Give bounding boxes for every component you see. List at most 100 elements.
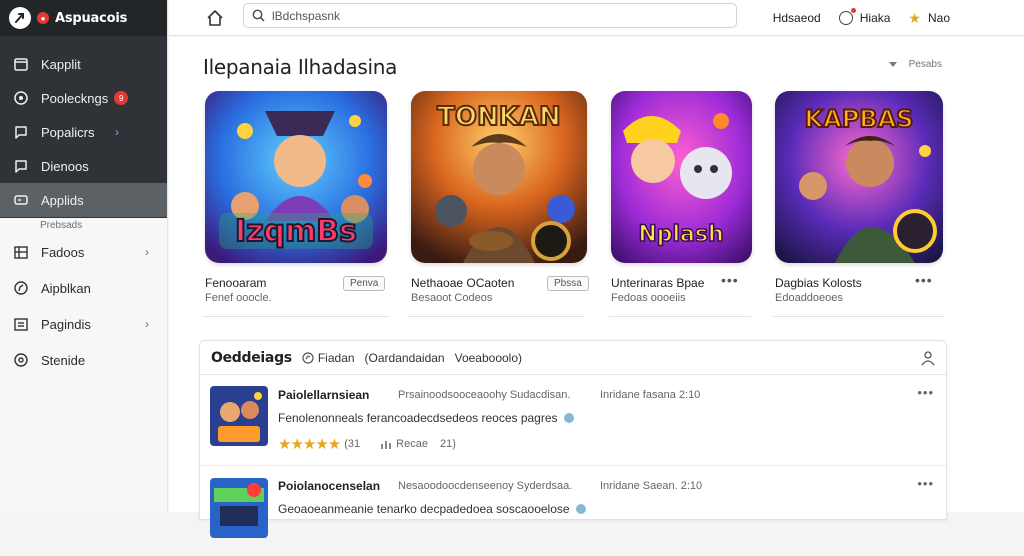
card-subtitle: Fedoas oooeiis bbox=[611, 292, 686, 304]
top-actions: Hdsaeod Hiaka ★ Nao bbox=[773, 0, 950, 36]
top-link[interactable]: Hdsaeod bbox=[773, 11, 821, 25]
sidebar-item-label: Pooleckngs bbox=[41, 91, 108, 106]
primary-nav: Kapplit Pooleckngs 9 Popalicrs › Dienoos bbox=[0, 36, 167, 218]
sidebar-item-applids[interactable]: Applids bbox=[0, 183, 167, 217]
game-card[interactable]: Nplash Unterinaras Bpae Fedoas oooeiis •… bbox=[611, 91, 752, 263]
sidebar-item-pooleckngs[interactable]: Pooleckngs 9 bbox=[0, 81, 167, 115]
notifications-label: Hiaka bbox=[860, 11, 891, 25]
grid-icon bbox=[13, 244, 29, 260]
list-panel: Oeddeiags Fiadan (Oardandaidan Voeaboool… bbox=[199, 340, 947, 520]
sidebar-item-label: Aipblkan bbox=[41, 281, 91, 296]
card-divider bbox=[203, 316, 389, 317]
sidebar-item-aipblkan[interactable]: Aipblkan bbox=[0, 270, 167, 306]
gamepad-icon bbox=[13, 192, 29, 208]
game-artwork[interactable]: KAPBAS bbox=[775, 91, 943, 263]
top-link-label: Hdsaeod bbox=[773, 11, 821, 25]
card-subtitle: Edoaddoeoes bbox=[775, 292, 843, 304]
sidebar-caption: Prebsads bbox=[0, 218, 167, 234]
compass-icon bbox=[13, 280, 29, 296]
game-card[interactable]: IzqmBs Fenooaram Fenef ooocle. Penva bbox=[205, 91, 387, 263]
artwork-title: Nplash bbox=[638, 222, 723, 247]
sidebar-item-fadoos[interactable]: Fadoos › bbox=[0, 234, 167, 270]
list-item-rating: ★★★★★ (31 Recae 21) bbox=[278, 435, 456, 453]
star-rating-icon: ★★★★★ bbox=[278, 435, 340, 453]
secondary-nav: Fadoos › Aipblkan Pagindis › Stenide bbox=[0, 234, 167, 378]
artwork-title: IzqmBs bbox=[235, 214, 357, 249]
game-artwork[interactable]: Nplash bbox=[611, 91, 752, 263]
game-thumbnail-image bbox=[210, 478, 268, 538]
sidebar-item-label: Fadoos bbox=[41, 245, 84, 260]
game-artwork[interactable]: IzqmBs bbox=[205, 91, 387, 263]
list-item-tag-count: 21) bbox=[440, 438, 456, 450]
list-item-date: Inridane fasana 2:10 bbox=[600, 389, 700, 401]
card-divider bbox=[407, 316, 585, 317]
more-options-icon[interactable]: ••• bbox=[915, 272, 933, 288]
sidebar-item-label: Applids bbox=[41, 193, 84, 208]
list-item-thumbnail[interactable] bbox=[210, 478, 268, 538]
notification-badge: 9 bbox=[114, 91, 128, 105]
chevron-right-icon: › bbox=[145, 245, 149, 259]
top-bar: Hdsaeod Hiaka ★ Nao bbox=[169, 0, 1024, 36]
rating-count: (31 bbox=[344, 438, 360, 450]
search-box[interactable] bbox=[243, 3, 737, 28]
section-filter-label: Pesabs bbox=[909, 59, 942, 70]
card-divider bbox=[609, 316, 751, 317]
chat-bubble-icon bbox=[13, 158, 29, 174]
card-action-button[interactable]: Pbssa bbox=[547, 276, 589, 291]
favorites-button[interactable]: ★ Nao bbox=[908, 10, 950, 27]
list-panel-title: Oeddeiags bbox=[211, 350, 292, 366]
more-options-icon[interactable]: ••• bbox=[917, 385, 934, 400]
list-filter[interactable]: Fiadan bbox=[302, 351, 355, 365]
list-filter-extra: (Oardandaidan bbox=[365, 351, 445, 365]
list-item[interactable]: Poiolanocenselan Nesaoodoocdenseenoy Syd… bbox=[200, 466, 946, 556]
more-options-icon[interactable]: ••• bbox=[721, 272, 739, 288]
sidebar-item-stenide[interactable]: Stenide bbox=[0, 342, 167, 378]
card-action-button[interactable]: Penva bbox=[343, 276, 385, 291]
more-options-icon[interactable]: ••• bbox=[917, 476, 934, 491]
card-title: Dagbias Kolosts bbox=[775, 276, 862, 290]
section-filter-dropdown[interactable]: Pesabs bbox=[889, 59, 942, 70]
list-filter-extra2: Voeabooolo) bbox=[455, 351, 522, 365]
app-logo-icon[interactable] bbox=[9, 7, 31, 29]
game-card[interactable]: KAPBAS Dagbias Kolosts Edoaddoeoes ••• bbox=[775, 91, 943, 263]
home-icon[interactable] bbox=[205, 8, 225, 28]
card-subtitle: Fenef ooocle. bbox=[205, 292, 272, 304]
search-icon bbox=[252, 9, 265, 22]
chevron-right-icon: › bbox=[145, 317, 149, 331]
card-title: Nethaoae OCaoten bbox=[411, 276, 514, 290]
sidebar-item-label: Pagindis bbox=[41, 317, 91, 332]
list-item-title: Poiolanocenselan bbox=[278, 479, 380, 493]
game-artwork[interactable]: TONKAN bbox=[411, 91, 587, 263]
list-item-thumbnail[interactable] bbox=[210, 386, 268, 446]
game-card[interactable]: TONKAN Nethaoae OCaoten Besaoot Codeos P… bbox=[411, 91, 587, 263]
star-icon: ★ bbox=[908, 10, 921, 27]
notifications-button[interactable]: Hiaka bbox=[839, 11, 891, 25]
game-artwork-image: TONKAN bbox=[411, 91, 587, 263]
game-artwork-image: IzqmBs bbox=[205, 91, 387, 263]
game-thumbnail-image bbox=[210, 386, 268, 446]
list-item-meta: Nesaoodoocdenseenoy Syderdsaa. bbox=[398, 480, 572, 492]
chat-icon bbox=[13, 90, 29, 106]
sidebar-item-dienoos[interactable]: Dienoos bbox=[0, 149, 167, 183]
app-title: Aspuacois bbox=[55, 11, 127, 26]
chat-bubble-icon bbox=[13, 124, 29, 140]
notification-icon bbox=[839, 11, 853, 25]
sidebar-item-pagindis[interactable]: Pagindis › bbox=[0, 306, 167, 342]
favorites-label: Nao bbox=[928, 11, 950, 25]
list-filter-label: Fiadan bbox=[318, 351, 355, 365]
list-item[interactable]: Paiolellarnsiean Prsainoodsooceaoohy Sud… bbox=[200, 376, 946, 466]
brand-record-icon: ● bbox=[37, 12, 49, 24]
artwork-title: TONKAN bbox=[437, 102, 561, 132]
list-item-description: Geoaoeanmeanie tenarko decpadedoea sosca… bbox=[278, 502, 586, 516]
sidebar-item-kapplit[interactable]: Kapplit bbox=[0, 47, 167, 81]
card-divider bbox=[773, 316, 945, 317]
list-item-meta: Prsainoodsooceaoohy Sudacdisan. bbox=[398, 389, 570, 401]
list-item-description-text: Fenolenonneals ferancoadecdsedeos reoces… bbox=[278, 411, 558, 425]
user-icon[interactable] bbox=[920, 350, 936, 366]
sidebar-item-label: Dienoos bbox=[41, 159, 89, 174]
card-subtitle: Besaoot Codeos bbox=[411, 292, 492, 304]
sidebar-item-popalicrs[interactable]: Popalicrs › bbox=[0, 115, 167, 149]
settings-icon bbox=[13, 352, 29, 368]
search-input[interactable] bbox=[272, 9, 712, 23]
artwork-title: KAPBAS bbox=[805, 105, 914, 133]
